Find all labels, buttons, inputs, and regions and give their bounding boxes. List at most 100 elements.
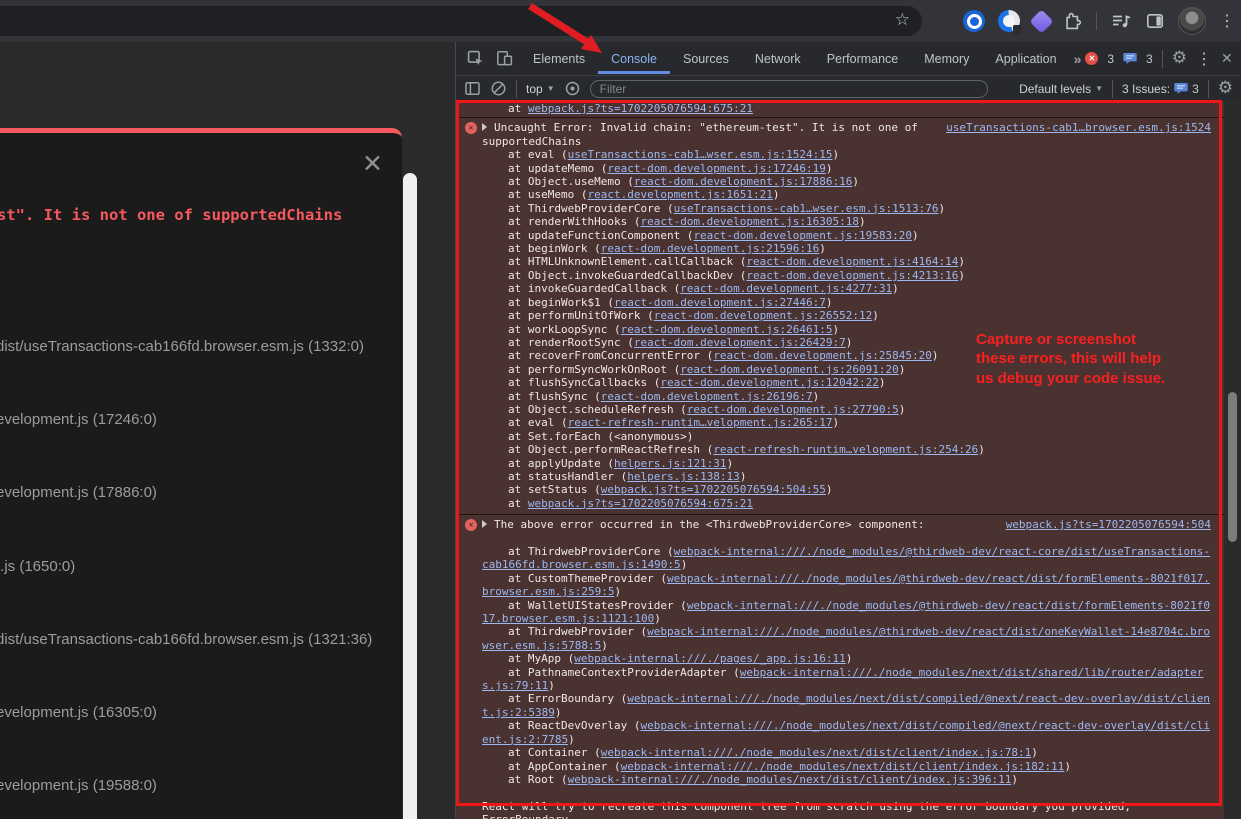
console-link[interactable]: react-dom.development.js:26196:7 bbox=[601, 390, 813, 403]
console-text: ) bbox=[813, 390, 820, 403]
error-message-header: webpack.js?ts=1702205076594:504The above… bbox=[482, 518, 1211, 531]
device-toolbar-icon[interactable] bbox=[495, 49, 514, 68]
console-text: at AppContainer ( bbox=[508, 760, 621, 773]
console-text: at ReactDevOverlay ( bbox=[508, 719, 640, 732]
inspect-element-icon[interactable] bbox=[466, 49, 485, 68]
console-link[interactable]: react-dom.development.js:19583:20 bbox=[693, 229, 912, 242]
log-levels-selector[interactable]: Default levels ▼ bbox=[1019, 82, 1103, 96]
console-link[interactable]: webpack-internal:///./pages/_app.js:16:1… bbox=[574, 652, 846, 665]
console-link[interactable]: react-dom.development.js:27446:7 bbox=[614, 296, 826, 309]
stack-frame-line: at ThirdwebProviderCore (useTransactions… bbox=[482, 202, 1211, 215]
console-link[interactable]: react-dom.development.js:17886:16 bbox=[634, 175, 853, 188]
issues-counter[interactable]: 3 Issues: 3 bbox=[1122, 82, 1199, 96]
tab-performance[interactable]: Performance bbox=[814, 44, 912, 74]
overlay-scrollbar[interactable] bbox=[403, 173, 417, 819]
console-link[interactable]: webpack.js?ts=1702205076594:675:21 bbox=[528, 497, 753, 510]
console-text: at flushSyncCallbacks ( bbox=[508, 376, 660, 389]
blue-ring-extension-icon[interactable] bbox=[963, 10, 985, 32]
address-bar[interactable]: ☆ bbox=[0, 6, 922, 36]
bookmark-star-icon[interactable]: ☆ bbox=[895, 10, 910, 30]
filter-input[interactable] bbox=[590, 80, 988, 98]
progress-circle-extension-icon[interactable] bbox=[998, 10, 1020, 32]
console-link[interactable]: useTransactions-cab1…wser.esm.js:1513:76 bbox=[674, 202, 939, 215]
stack-frame-line: at ThirdwebProvider (webpack-internal://… bbox=[482, 625, 1211, 652]
profile-avatar[interactable] bbox=[1178, 7, 1206, 35]
settings-gear-icon[interactable]: ⚙ bbox=[1172, 50, 1187, 67]
console-link[interactable]: helpers.js:138:13 bbox=[627, 470, 740, 483]
side-panel-icon[interactable] bbox=[1145, 11, 1165, 31]
console-link[interactable]: react-dom.development.js:27790:5 bbox=[687, 403, 899, 416]
console-link[interactable]: react-dom.development.js:4277:31 bbox=[680, 282, 892, 295]
console-link[interactable]: webpack-internal:///./node_modules/next/… bbox=[621, 760, 1065, 773]
tab-elements[interactable]: Elements bbox=[520, 44, 598, 74]
console-scrollbar-track[interactable] bbox=[1224, 101, 1241, 819]
console-link[interactable]: react.development.js:1651:21 bbox=[587, 188, 772, 201]
console-link[interactable]: helpers.js:121:31 bbox=[614, 457, 727, 470]
console-settings-gear-icon[interactable]: ⚙ bbox=[1218, 80, 1233, 97]
console-link[interactable]: react-dom.development.js:25845:20 bbox=[713, 349, 932, 362]
tab-memory[interactable]: Memory bbox=[911, 44, 982, 74]
tab-application[interactable]: Application bbox=[982, 44, 1069, 74]
console-link[interactable]: webpack.js?ts=1702205076594:504:55 bbox=[601, 483, 826, 496]
console-link[interactable]: react-dom.development.js:26429:7 bbox=[634, 336, 846, 349]
source-location-link[interactable]: webpack.js?ts=1702205076594:504 bbox=[1006, 518, 1211, 531]
console-text: ) bbox=[899, 403, 906, 416]
tab-sources[interactable]: Sources bbox=[670, 44, 742, 74]
devtools-menu-kebab-icon[interactable]: ⋮ bbox=[1196, 49, 1212, 69]
purple-diamond-extension-icon[interactable] bbox=[1029, 9, 1053, 33]
toolbar-separator bbox=[1208, 80, 1209, 98]
devtools-tabbar-right: ✕ 3 3 ⚙ ⋮ ✕ bbox=[1085, 49, 1238, 69]
console-link[interactable]: react-dom.development.js:21596:16 bbox=[601, 242, 820, 255]
stack-frame-line: at beginWork (react-dom.development.js:2… bbox=[482, 242, 1211, 255]
console-text: ) bbox=[932, 349, 939, 362]
tab-console[interactable]: Console bbox=[598, 44, 670, 74]
devtools-close-icon[interactable]: ✕ bbox=[1221, 51, 1233, 67]
console-text: at Object.scheduleRefresh ( bbox=[508, 403, 687, 416]
console-link[interactable]: react-dom.development.js:17246:19 bbox=[607, 162, 826, 175]
stack-frame-line: at workLoopSync (react-dom.development.j… bbox=[482, 323, 1211, 336]
console-scrollbar-thumb[interactable] bbox=[1228, 392, 1237, 542]
console-text: at bbox=[508, 497, 528, 510]
error-count: 3 bbox=[1107, 52, 1114, 66]
console-link[interactable]: react-dom.development.js:4213:16 bbox=[746, 269, 958, 282]
error-count-icon[interactable]: ✕ bbox=[1085, 52, 1098, 65]
console-link[interactable]: react-refresh-runtim…velopment.js:265:17 bbox=[568, 416, 833, 429]
stack-frame-line: at AppContainer (webpack-internal:///./n… bbox=[482, 760, 1211, 773]
console-sidebar-icon[interactable] bbox=[464, 80, 481, 97]
issues-bubble-icon[interactable] bbox=[1123, 52, 1137, 65]
overlay-stack-frame: evelopment.js (19588:0) bbox=[0, 777, 157, 794]
stack-frame-line: at Object.scheduleRefresh (react-dom.dev… bbox=[482, 403, 1211, 416]
expand-triangle-icon[interactable] bbox=[482, 123, 487, 131]
console-link[interactable]: react-dom.development.js:12042:22 bbox=[660, 376, 879, 389]
expand-triangle-icon[interactable] bbox=[482, 520, 487, 528]
source-location-link[interactable]: useTransactions-cab1…browser.esm.js:1524 bbox=[946, 121, 1211, 134]
live-expression-eye-icon[interactable] bbox=[564, 80, 581, 97]
devtools-panel: ElementsConsoleSourcesNetworkPerformance… bbox=[455, 42, 1241, 819]
screenshot-root: ☆ ⋮ ✕ st". It is not one of supportedCha… bbox=[0, 0, 1241, 819]
console-link[interactable]: webpack.js?ts=1702205076594:675:21 bbox=[528, 102, 753, 115]
console-link[interactable]: react-dom.development.js:4164:14 bbox=[746, 255, 958, 268]
console-text: ) bbox=[1011, 773, 1018, 786]
overlay-close-icon[interactable]: ✕ bbox=[362, 151, 383, 176]
tab-network[interactable]: Network bbox=[742, 44, 814, 74]
console-link[interactable]: react-dom.development.js:26552:12 bbox=[654, 309, 873, 322]
clear-console-icon[interactable] bbox=[490, 80, 507, 97]
nextjs-error-overlay: ✕ st". It is not one of supportedChains … bbox=[0, 128, 402, 819]
console-link[interactable]: react-dom.development.js:26461:5 bbox=[621, 323, 833, 336]
browser-menu-kebab-icon[interactable]: ⋮ bbox=[1219, 11, 1235, 31]
console-link[interactable]: webpack-internal:///./node_modules/next/… bbox=[568, 773, 1012, 786]
media-list-icon[interactable] bbox=[1110, 11, 1132, 31]
console-link[interactable]: webpack-internal:///./node_modules/next/… bbox=[601, 746, 1031, 759]
stack-frame-line: at Object.invokeGuardedCallbackDev (reac… bbox=[482, 269, 1211, 282]
console-link[interactable]: useTransactions-cab1…wser.esm.js:1524:15 bbox=[568, 148, 833, 161]
extensions-puzzle-icon[interactable] bbox=[1063, 11, 1083, 31]
console-text: at ThirdwebProviderCore ( bbox=[508, 545, 674, 558]
stack-frame-line: at Set.forEach (<anonymous>) bbox=[482, 430, 1211, 443]
context-selector[interactable]: top ▼ bbox=[526, 82, 555, 96]
console-link[interactable]: react-refresh-runtim…velopment.js:254:26 bbox=[713, 443, 978, 456]
stack-frame-line: at HTMLUnknownElement.callCallback (reac… bbox=[482, 255, 1211, 268]
more-tabs-chevron-icon[interactable]: » bbox=[1070, 51, 1086, 67]
console-link[interactable]: react-dom.development.js:16305:18 bbox=[640, 215, 859, 228]
stack-frame-line: at ThirdwebProviderCore (webpack-interna… bbox=[482, 545, 1211, 572]
console-link[interactable]: react-dom.development.js:26091:20 bbox=[680, 363, 899, 376]
